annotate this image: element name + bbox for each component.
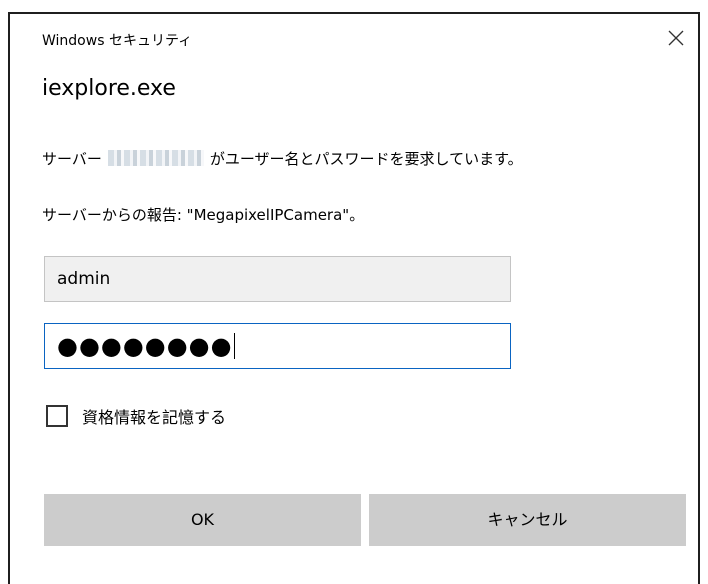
remember-label: 資格情報を記憶する bbox=[82, 408, 227, 427]
cancel-button[interactable]: キャンセル bbox=[369, 494, 686, 546]
text-caret bbox=[233, 333, 235, 359]
username-field[interactable]: admin bbox=[44, 256, 511, 302]
close-icon bbox=[662, 24, 690, 52]
message-prefix: サーバー bbox=[42, 150, 102, 168]
dialog-caption: Windows セキュリティ bbox=[42, 33, 193, 49]
remember-credentials-option[interactable]: 資格情報を記憶する bbox=[46, 404, 226, 428]
security-dialog: Windows セキュリティ iexplore.exe サーバー がユーザー名とパ… bbox=[8, 12, 700, 584]
username-value: admin bbox=[57, 269, 111, 289]
message-suffix: がユーザー名とパスワードを要求しています。 bbox=[209, 150, 523, 168]
redacted-server-address bbox=[107, 150, 204, 166]
close-button[interactable] bbox=[662, 24, 690, 52]
remember-checkbox[interactable] bbox=[46, 405, 68, 427]
ok-button[interactable]: OK bbox=[44, 494, 361, 546]
password-field[interactable]: ●●●●●●●● bbox=[44, 323, 511, 369]
server-realm-message: サーバーからの報告: "MegapixelIPCamera"。 bbox=[42, 206, 365, 224]
password-masked-value: ●●●●●●●● bbox=[57, 332, 233, 360]
auth-request-message: サーバー がユーザー名とパスワードを要求しています。 bbox=[42, 148, 523, 169]
app-title: iexplore.exe bbox=[42, 76, 176, 101]
